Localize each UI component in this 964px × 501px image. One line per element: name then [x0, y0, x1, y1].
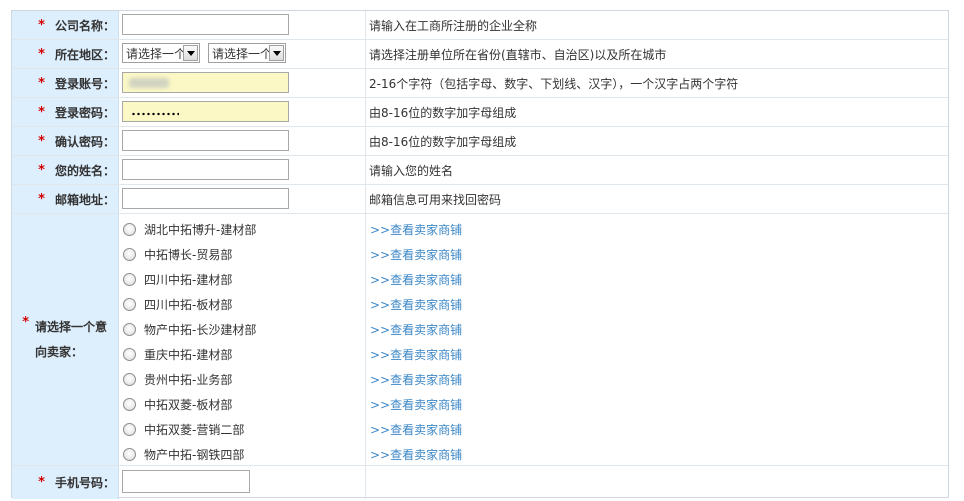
password-input[interactable] [122, 101, 289, 122]
row-region: * 所在地区： 请选择一个 请选择一个 请选择注册单位所在省份(直辖市、自治区)以… [12, 40, 948, 69]
required-mark: * [38, 104, 45, 120]
row-seller: * 请选择一个意向卖家： 湖北中拓博升-建材部 >>查看卖家商铺 中拓博长-贸易部 >>… [12, 214, 948, 466]
seller-option[interactable]: 重庆中拓-建材部 [119, 342, 366, 367]
row-email: * 邮箱地址： 邮箱信息可用来找回密码 [12, 185, 948, 214]
view-shop-link[interactable]: >>查看卖家商铺 [370, 417, 462, 442]
seller-option[interactable]: 湖北中拓博升-建材部 [119, 217, 366, 242]
radio-button[interactable] [123, 423, 136, 436]
seller-option[interactable]: 中拓双菱-营销二部 [119, 417, 366, 442]
row-name: * 您的姓名： 请输入您的姓名 [12, 156, 948, 185]
row-account: * 登录账号： 2-16个字符（包括字母、数字、下划线、汉字），一个汉字占两个字符 [12, 69, 948, 98]
radio-button[interactable] [123, 373, 136, 386]
required-mark: * [38, 162, 45, 178]
view-shop-link[interactable]: >>查看卖家商铺 [370, 292, 462, 317]
radio-button[interactable] [123, 248, 136, 261]
view-shop-link[interactable]: >>查看卖家商铺 [370, 367, 462, 392]
row-confirm: * 确认密码： 由8-16位的数字加字母组成 [12, 127, 948, 156]
company-input[interactable] [122, 14, 289, 35]
required-mark: * [38, 191, 45, 207]
name-input[interactable] [122, 159, 289, 180]
view-shop-link[interactable]: >>查看卖家商铺 [370, 317, 462, 342]
seller-option[interactable]: 物产中拓-长沙建材部 [119, 317, 366, 342]
name-hint: 请输入您的姓名 [369, 163, 454, 178]
row-phone: * 手机号码： [12, 466, 948, 499]
account-hint: 2-16个字符（包括字母、数字、下划线、汉字），一个汉字占两个字符 [369, 76, 739, 91]
seller-option[interactable]: 物产中拓-钢铁四部 [119, 442, 366, 467]
seller-option[interactable]: 贵州中拓-业务部 [119, 367, 366, 392]
radio-button[interactable] [123, 348, 136, 361]
seller-option[interactable]: 中拓双菱-板材部 [119, 392, 366, 417]
required-mark: * [38, 17, 45, 33]
seller-name: 湖北中拓博升-建材部 [144, 223, 257, 237]
phone-input[interactable] [122, 470, 250, 493]
radio-button[interactable] [123, 223, 136, 236]
row-company: * 公司名称： 请输入在工商所注册的企业全称 [12, 11, 948, 40]
confirm-label: 确认密码： [54, 134, 115, 149]
radio-button[interactable] [123, 273, 136, 286]
password-hint: 由8-16位的数字加字母组成 [369, 105, 517, 120]
email-hint: 邮箱信息可用来找回密码 [369, 192, 502, 207]
province-select[interactable]: 请选择一个 [122, 43, 200, 63]
company-label: 公司名称： [54, 18, 115, 33]
account-input[interactable] [122, 72, 289, 93]
row-password: * 登录密码： 由8-16位的数字加字母组成 [12, 98, 948, 127]
seller-name: 四川中拓-板材部 [144, 298, 233, 312]
seller-name: 四川中拓-建材部 [144, 273, 233, 287]
account-label: 登录账号： [54, 76, 115, 91]
required-mark: * [38, 133, 45, 149]
seller-option[interactable]: 四川中拓-建材部 [119, 267, 366, 292]
seller-name: 重庆中拓-建材部 [144, 348, 233, 362]
radio-button[interactable] [123, 398, 136, 411]
seller-name: 中拓双菱-板材部 [144, 398, 233, 412]
required-mark: * [22, 314, 29, 330]
chevron-down-icon[interactable] [269, 45, 284, 61]
seller-name: 物产中拓-钢铁四部 [144, 448, 245, 462]
view-shop-link[interactable]: >>查看卖家商铺 [370, 267, 462, 292]
seller-label: 请选择一个意向卖家： [35, 319, 108, 359]
region-label: 所在地区： [54, 47, 115, 62]
radio-button[interactable] [123, 298, 136, 311]
seller-option[interactable]: 中拓博长-贸易部 [119, 242, 366, 267]
phone-label: 手机号码： [54, 476, 115, 490]
confirm-password-input[interactable] [122, 130, 289, 151]
company-hint: 请输入在工商所注册的企业全称 [369, 18, 538, 33]
required-mark: * [38, 75, 45, 91]
chevron-down-icon[interactable] [183, 45, 198, 61]
city-select[interactable]: 请选择一个 [208, 43, 286, 63]
password-label: 登录密码： [54, 105, 115, 120]
region-hint: 请选择注册单位所在省份(直辖市、自治区)以及所在城市 [369, 47, 667, 62]
view-shop-link[interactable]: >>查看卖家商铺 [370, 217, 462, 242]
email-label: 邮箱地址： [54, 192, 115, 207]
seller-name: 物产中拓-长沙建材部 [144, 323, 257, 337]
redacted-value [129, 78, 169, 88]
registration-form: * 公司名称： 请输入在工商所注册的企业全称 * 所在地区： 请选择一个 请选择一个… [11, 10, 949, 499]
masked-password [131, 112, 179, 116]
seller-name: 贵州中拓-业务部 [144, 373, 233, 387]
seller-name: 中拓双菱-营销二部 [144, 423, 245, 437]
required-mark: * [38, 46, 45, 62]
radio-button[interactable] [123, 448, 136, 461]
name-label: 您的姓名： [54, 163, 115, 178]
radio-button[interactable] [123, 323, 136, 336]
confirm-hint: 由8-16位的数字加字母组成 [369, 134, 517, 149]
required-mark: * [38, 475, 45, 490]
view-shop-link[interactable]: >>查看卖家商铺 [370, 392, 462, 417]
view-shop-link[interactable]: >>查看卖家商铺 [370, 442, 462, 467]
email-input[interactable] [122, 188, 289, 209]
view-shop-link[interactable]: >>查看卖家商铺 [370, 242, 462, 267]
seller-option[interactable]: 四川中拓-板材部 [119, 292, 366, 317]
view-shop-link[interactable]: >>查看卖家商铺 [370, 342, 462, 367]
seller-name: 中拓博长-贸易部 [144, 248, 233, 262]
